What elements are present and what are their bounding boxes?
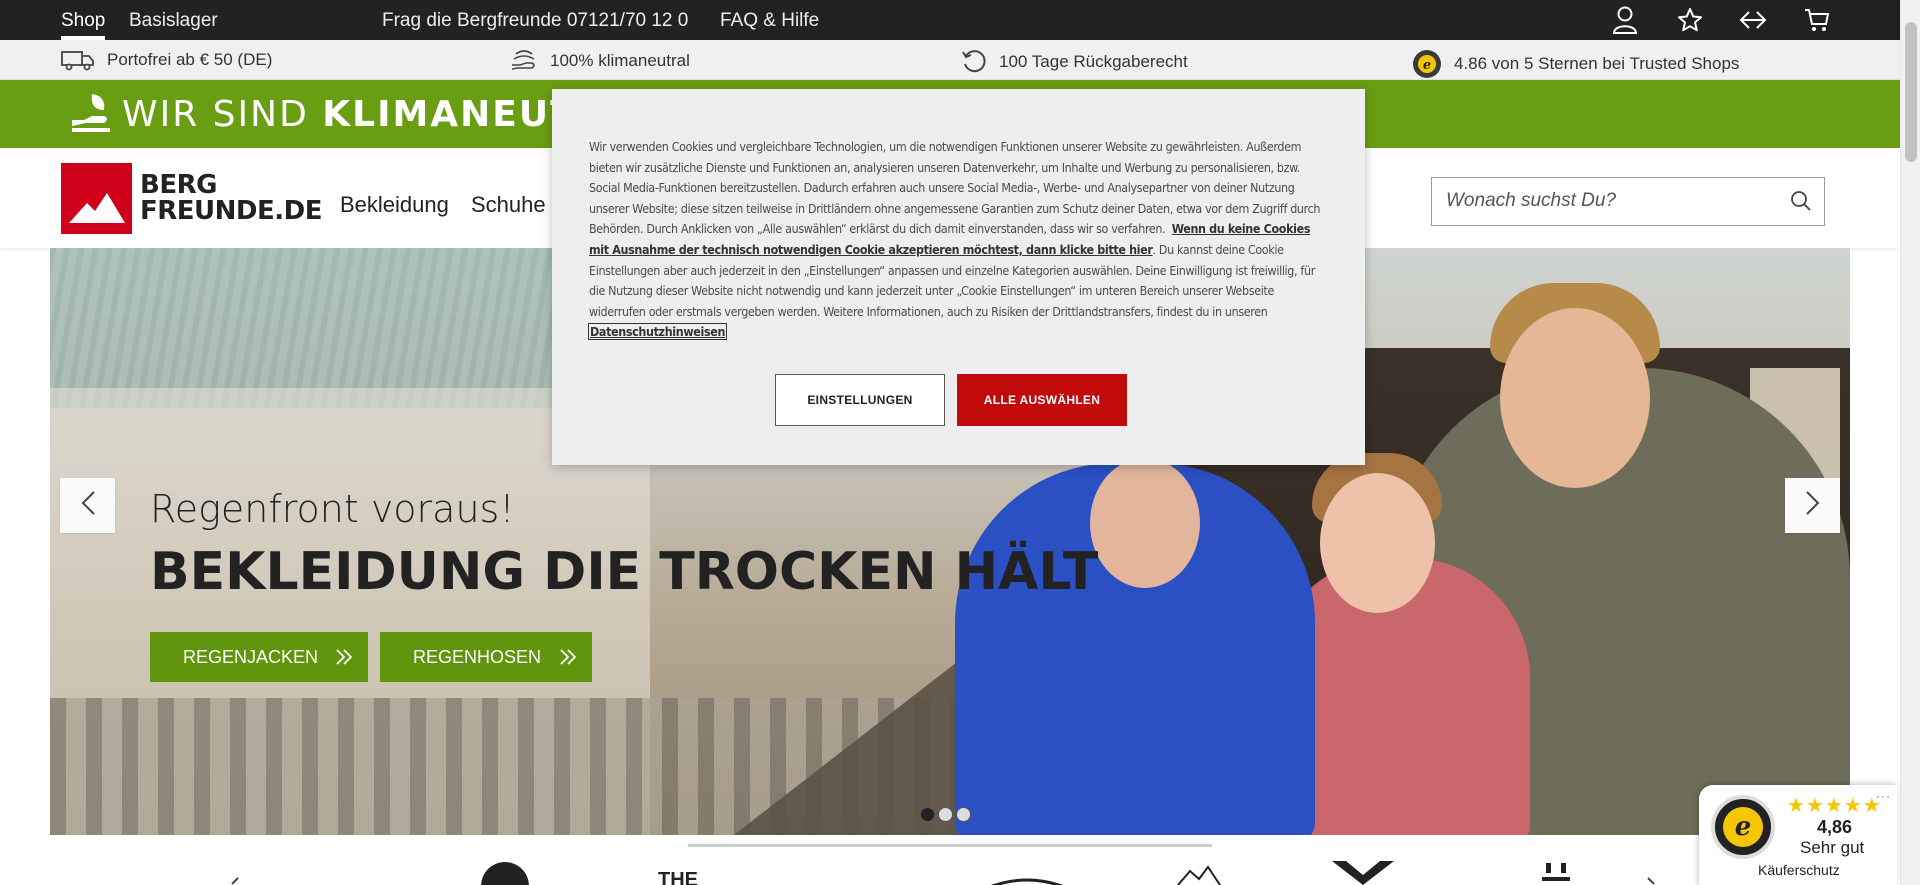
regenhosen-label: REGENHOSEN [413,646,542,667]
svg-text:e: e [1423,58,1431,73]
slider-next-button[interactable] [1785,478,1840,533]
slider-prev-button[interactable] [60,478,115,533]
arcteryx-logo-icon[interactable] [1176,865,1222,885]
scrollbar-thumb[interactable] [1905,22,1917,162]
nav-item-schuhe[interactable]: Schuhe [471,192,546,218]
slider-dot-2[interactable] [938,807,953,822]
double-chevron-right-icon [558,647,578,672]
compare-icon[interactable] [1737,4,1769,36]
brand-next-chevron-icon[interactable] [1646,875,1658,885]
chevron-right-icon [1805,490,1821,521]
haglofs-logo-icon[interactable] [1536,859,1576,885]
hotline-link[interactable]: Frag die Bergfreunde 07121/70 12 0 [382,10,688,32]
double-chevron-right-icon [334,647,354,672]
climate-hand-icon [510,49,538,73]
slider-pagination [920,807,971,822]
regenjacken-label: REGENJACKEN [183,646,319,667]
regenjacken-button[interactable]: REGENJACKEN [150,632,368,682]
search-input[interactable]: Wonach suchst Du? [1431,177,1825,226]
slider-dot-3[interactable] [956,807,971,822]
logo-mountain-icon[interactable] [61,163,132,234]
trusted-shops-badge[interactable]: e ★★★★★ ··· 4,86 Sehr gut Käuferschutz [1699,785,1897,885]
rating-score: 4,86 [1817,817,1853,837]
badge-menu-icon[interactable]: ··· [1876,789,1891,803]
hero-headline: BEKLEIDUNG DIE TROCKEN HÄLT [150,542,1099,602]
brand-prev-chevron-icon[interactable] [228,875,240,885]
regenhosen-button[interactable]: REGENHOSEN [380,632,592,682]
usp-climate: 100% klimaneutral [510,49,690,73]
search-placeholder: Wonach suchst Du? [1446,190,1617,211]
cart-icon[interactable] [1801,4,1833,36]
cookie-consent-dialog: Wir verwenden Cookies und vergleichbare … [552,89,1365,465]
cookie-consent-text: Wir verwenden Cookies und vergleichbare … [587,137,1329,343]
cookie-settings-button[interactable]: EINSTELLUNGEN [775,374,945,426]
trusted-shops-icon: e [1412,49,1442,79]
page-scrollbar[interactable] [1900,0,1920,885]
user-icon[interactable] [1609,4,1641,36]
trusted-shops-seal-icon: e [1711,795,1775,859]
hand-leaf-icon [70,92,114,139]
rating-stars: ★★★★★ [1787,795,1882,817]
petzl-logo-icon[interactable] [983,875,1071,885]
brand-the-north-face[interactable]: THE [658,869,698,885]
usp-climate-text: 100% klimaneutral [550,51,690,70]
hero-subline: Regenfront voraus! [150,487,515,531]
tab-basislager[interactable]: Basislager [129,10,218,32]
usp-trusted-text: 4.86 von 5 Sternen bei Trusted Shops [1454,54,1740,73]
star-icon[interactable] [1674,4,1706,36]
top-navigation-bar: Shop Basislager Frag die Bergfreunde 071… [0,0,1900,40]
brand-carousel-divider [688,844,1212,847]
nav-item-bekleidung[interactable]: Bekleidung [340,192,449,218]
buyer-protection-label: Käuferschutz [1758,862,1840,878]
salewa-logo-icon[interactable] [1330,859,1396,885]
rating-label: Sehr gut [1800,838,1865,857]
usp-returns-text: 100 Tage Rückgaberecht [999,52,1188,71]
accept-all-cookies-button[interactable]: ALLE AUSWÄHLEN [957,374,1127,426]
privacy-policy-link[interactable]: Datenschutzhinweisen [587,323,728,341]
usp-returns: 100 Tage Rückgaberecht [961,49,1188,75]
return-arrow-icon [961,49,987,75]
faq-link[interactable]: FAQ & Hilfe [720,10,819,32]
usp-shipping: Portofrei ab € 50 (DE) [61,49,272,71]
usp-shipping-text: Portofrei ab € 50 (DE) [107,50,273,69]
search-icon[interactable] [1790,190,1812,217]
truck-icon [61,49,95,71]
usp-bar: Portofrei ab € 50 (DE) 100% klimaneutral… [0,40,1900,80]
slider-dot-1[interactable] [920,807,935,822]
tab-shop[interactable]: Shop [61,10,105,32]
usp-trusted: e 4.86 von 5 Sternen bei Trusted Shops [1412,49,1739,79]
chevron-left-icon [80,490,96,521]
mammut-logo-icon[interactable] [478,859,532,885]
brand-carousel: THE [0,835,1900,885]
logo-text[interactable]: BERG FREUNDE.DE [140,172,322,224]
